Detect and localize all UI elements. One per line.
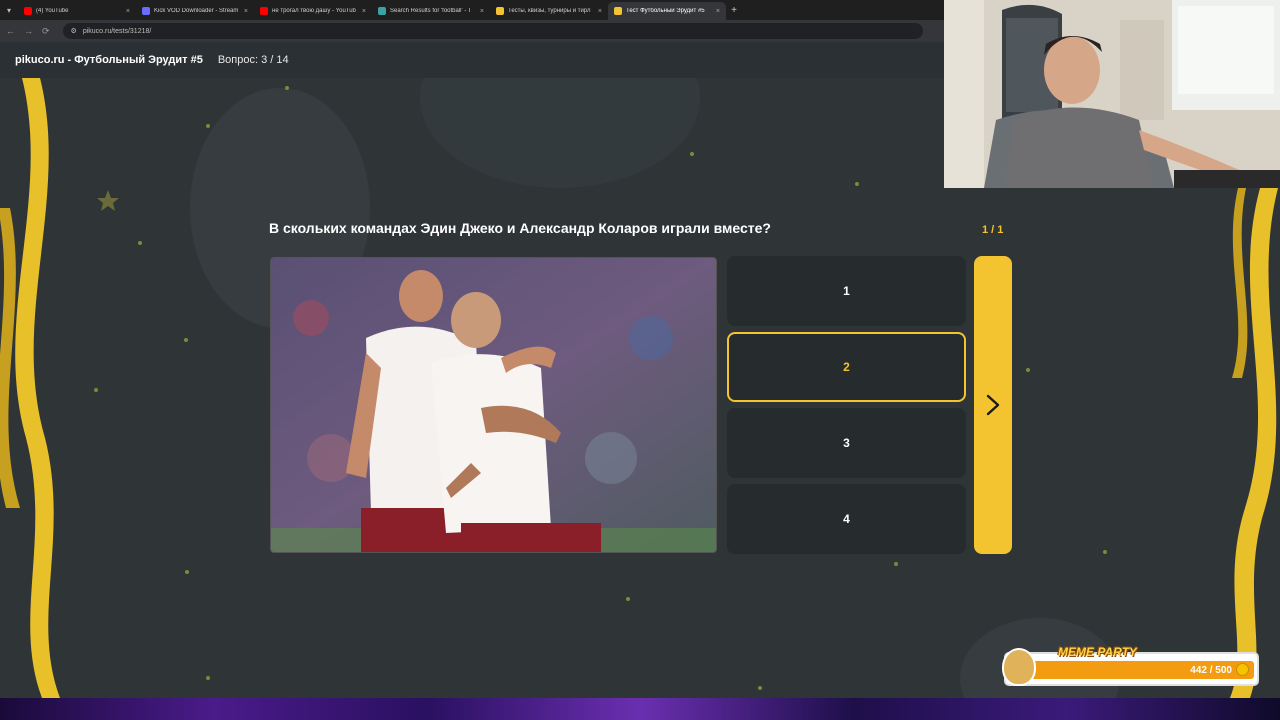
browser-tab[interactable]: (4) YouTube ×	[18, 2, 136, 20]
chevron-right-icon	[986, 394, 1000, 416]
keyboard-lights	[0, 698, 1280, 720]
new-tab-button[interactable]: +	[726, 5, 742, 16]
next-question-button[interactable]	[974, 256, 1012, 554]
answer-option-2[interactable]: 2	[727, 332, 966, 402]
forward-icon[interactable]: →	[24, 26, 33, 36]
url-input[interactable]: ⚙ pikuco.ru/tests/31218/	[62, 23, 923, 39]
question-photo	[270, 257, 717, 553]
answer-label: 3	[843, 436, 850, 450]
answer-label: 1	[843, 284, 850, 298]
site-info-icon[interactable]: ⚙	[71, 27, 77, 35]
url-text: pikuco.ru/tests/31218/	[82, 27, 152, 35]
tab-title: Kick VOD Downloader - Stream	[154, 8, 239, 14]
tab-favicon-icon	[24, 7, 32, 15]
tab-favicon-icon	[260, 7, 268, 15]
browser-tab[interactable]: Kick VOD Downloader - Stream ×	[136, 2, 254, 20]
site-title[interactable]: pikuco.ru - Футбольный Эрудит #5	[15, 54, 203, 66]
question-text: В скольких командах Эдин Джеко и Алексан…	[269, 220, 771, 236]
browser-tab[interactable]: Тесты, квизы, турниры и тирл ×	[490, 2, 608, 20]
meme-progress-text: 442 / 500	[1190, 664, 1232, 676]
answer-option-4[interactable]: 4	[727, 484, 966, 554]
tab-favicon-icon	[614, 7, 622, 15]
browser-tab[interactable]: не трогал твою дашу - YouTub ×	[254, 2, 372, 20]
tab-close-icon[interactable]: ×	[716, 8, 720, 15]
tab-close-icon[interactable]: ×	[244, 8, 248, 15]
tab-title: не трогал твою дашу - YouTub	[272, 8, 356, 14]
tab-search-icon[interactable]: ▾	[0, 6, 18, 15]
answer-option-3[interactable]: 3	[727, 408, 966, 478]
browser-tab[interactable]: Тест Футбольный Эрудит #5 ×	[608, 2, 726, 20]
tab-close-icon[interactable]: ×	[480, 8, 484, 15]
meme-party-title: MEME PARTY	[1058, 645, 1137, 659]
tab-close-icon[interactable]: ×	[598, 8, 602, 15]
tab-title: Тест Футбольный Эрудит #5	[626, 8, 705, 14]
tab-title: (4) YouTube	[36, 8, 69, 14]
answer-label: 2	[843, 360, 850, 374]
meme-progress-bar: 442 / 500	[1030, 661, 1254, 679]
tab-title: Тесты, квизы, турниры и тирл	[508, 8, 591, 14]
tab-close-icon[interactable]: ×	[126, 8, 130, 15]
answer-option-1[interactable]: 1	[727, 256, 966, 326]
coin-icon	[1236, 663, 1249, 676]
answer-label: 4	[843, 512, 850, 526]
doge-avatar-icon	[1002, 648, 1036, 686]
back-icon[interactable]: ←	[6, 26, 15, 36]
question-counter: Вопрос: 3 / 14	[217, 54, 289, 66]
tab-favicon-icon	[496, 7, 504, 15]
browser-tab[interactable]: Search Results for 'football' - T ×	[372, 2, 490, 20]
reload-icon[interactable]: ⟳	[42, 26, 50, 37]
tab-close-icon[interactable]: ×	[362, 8, 366, 15]
tab-favicon-icon	[142, 7, 150, 15]
tab-favicon-icon	[378, 7, 386, 15]
tab-title: Search Results for 'football' - T	[390, 8, 472, 14]
meme-party-widget: 442 / 500 MEME PARTY	[1002, 645, 1259, 686]
webcam-overlay	[944, 0, 1280, 188]
page-indicator: 1 / 1	[982, 224, 1004, 236]
